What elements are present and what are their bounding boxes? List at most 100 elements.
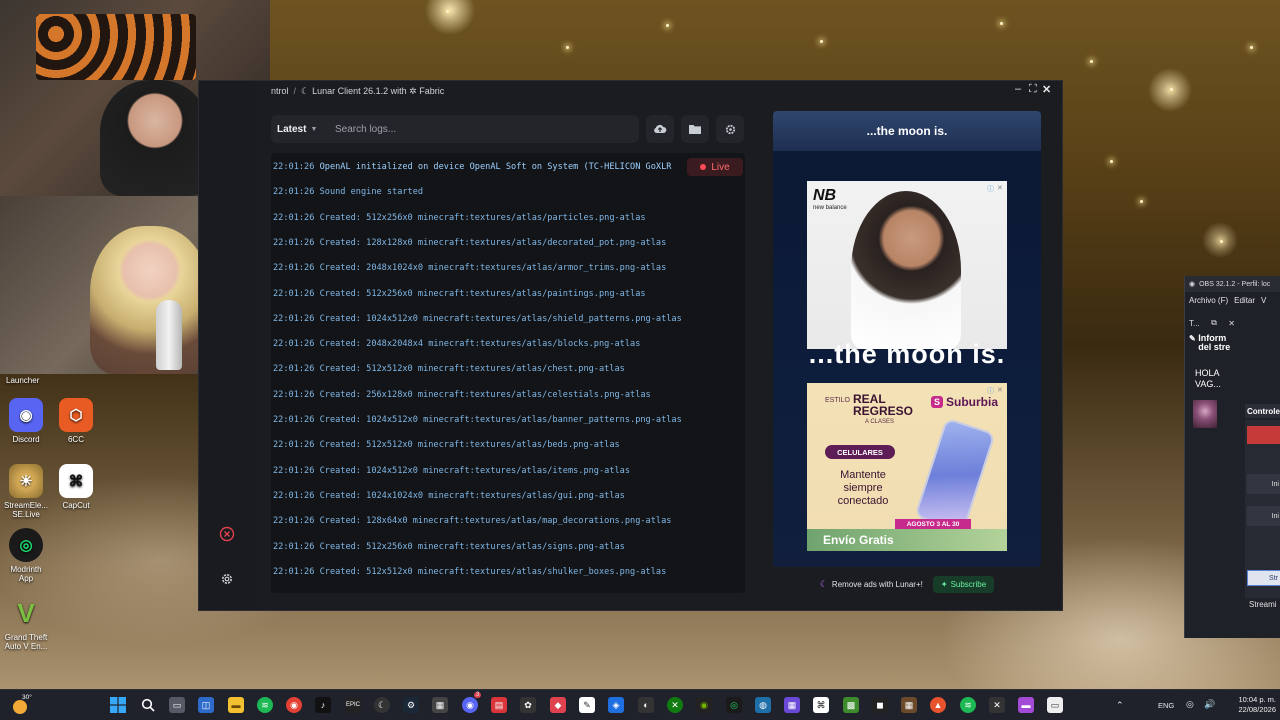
brave-icon[interactable]: ▲ — [930, 697, 946, 713]
red-diamond-app-icon[interactable]: ◆ — [550, 697, 566, 713]
settings-button[interactable] — [216, 568, 238, 590]
remove-ads-link[interactable]: ☾ Remove ads with Lunar+! — [820, 579, 923, 590]
modrinth-icon[interactable]: ◎ — [726, 697, 742, 713]
obs-stop-button[interactable] — [1247, 426, 1280, 444]
sun-icon — [13, 700, 27, 714]
log-timestamp: 22:01:26 — [273, 364, 315, 375]
weather-widget[interactable]: 30° — [10, 694, 32, 716]
minecraft-icon[interactable]: ▩ — [843, 697, 859, 713]
log-settings-button[interactable] — [716, 115, 744, 143]
app-icon[interactable]: ▬ — [1018, 697, 1034, 713]
app-icon[interactable]: ◐ — [638, 697, 654, 713]
ad-model-photo — [851, 191, 961, 349]
lunar-client-icon[interactable]: ☾ — [374, 697, 390, 713]
log-message: Created: 128x128x0 minecraft:textures/at… — [319, 237, 667, 248]
obs-menu-archivo[interactable]: Archivo (F) — [1189, 296, 1228, 305]
xbox-icon[interactable]: ✕ — [667, 697, 683, 713]
desktop-icon-label: 6CC — [67, 435, 84, 444]
log-line: 22:01:26 Created: 512x256x0 minecraft:te… — [273, 213, 646, 223]
tray-overflow-icon[interactable]: ⌃ — [1116, 700, 1124, 711]
log-output[interactable]: 22:01:26 OpenAL initialized on device Op… — [271, 153, 745, 593]
desktop-icon-6cc[interactable]: ⬡ 6CC — [50, 398, 102, 444]
log-line: 22:01:26 Created: 512x256x0 minecraft:te… — [273, 542, 625, 552]
app-icon[interactable]: ✿ — [520, 697, 536, 713]
calculator-icon[interactable]: ▦ — [432, 697, 448, 713]
network-icon[interactable]: ◎ — [1186, 699, 1194, 710]
ad-celulares-badge: CELULARES — [825, 445, 895, 459]
search-icon[interactable] — [140, 697, 156, 713]
close-circle-icon — [219, 526, 235, 542]
task-view-icon[interactable]: ▭ — [169, 697, 185, 713]
ad-a-clases-text: A CLASES — [865, 419, 895, 425]
desktop-icon-streamelements[interactable]: ☀ StreamEle... SE.Live — [0, 464, 52, 519]
purple-app-icon[interactable]: ▦ — [784, 697, 800, 713]
version-dropdown-value: Latest — [277, 123, 307, 135]
obs-window: ◉ OBS 32.1.2 - Perfil: loc Archivo (F) E… — [1184, 276, 1280, 638]
log-message: Created: 2048x2048x4 minecraft:textures/… — [319, 339, 641, 350]
desktop-icon-label: Modrinth App — [10, 565, 42, 583]
maximize-button[interactable]: ⛶ — [1029, 83, 1037, 96]
obs-start-button[interactable]: Ini — [1247, 474, 1280, 494]
obs-menu-editar[interactable]: Editar — [1234, 296, 1255, 305]
close-button[interactable]: ✕ — [1042, 83, 1051, 96]
obs-menu-ver[interactable]: V — [1261, 296, 1266, 305]
log-timestamp: 22:01:26 — [273, 288, 315, 299]
nvidia-icon[interactable]: ◉ — [696, 697, 712, 713]
file-explorer-icon[interactable]: ▬ — [228, 697, 244, 713]
obs-studio-mode-button[interactable]: Str — [1247, 570, 1280, 586]
ad-real-regreso-text: REAL REGRESO — [853, 392, 914, 418]
steam-icon[interactable]: ⚙ — [403, 697, 419, 713]
upload-logs-button[interactable] — [646, 115, 674, 143]
live-indicator[interactable]: Live — [687, 158, 743, 176]
app-icon[interactable]: ✕ — [989, 697, 1005, 713]
ad-close-icon[interactable]: ✕ — [997, 386, 1003, 394]
desktop-icon-discord[interactable]: ◉ Discord — [0, 398, 52, 444]
capcut-icon: ⌘ — [59, 464, 93, 498]
search-logs-input[interactable] — [327, 123, 639, 135]
red-app-icon[interactable]: ▤ — [491, 697, 507, 713]
app-icon[interactable]: ≋ — [960, 697, 976, 713]
spotify-icon[interactable]: ≋ — [257, 697, 273, 713]
obs-undock-icon[interactable]: ⧉ — [1211, 318, 1217, 328]
microphone — [156, 300, 182, 370]
desktop-icon-modrinth[interactable]: ◎ Modrinth App — [0, 528, 52, 583]
obs-stream-info-title: ✎ Inform del stre — [1189, 334, 1230, 352]
log-message: Created: 512x256x0 minecraft:textures/at… — [319, 212, 646, 223]
close-logs-button[interactable] — [216, 523, 238, 545]
chrome-icon[interactable]: ◉ — [286, 697, 302, 713]
epic-games-icon[interactable]: EPIC — [345, 697, 361, 713]
language-indicator[interactable]: ENG — [1158, 701, 1174, 710]
version-dropdown[interactable]: Latest ▼ — [271, 124, 327, 135]
capcut-icon[interactable]: ⌘ — [813, 697, 829, 713]
minimize-button[interactable]: – — [1015, 83, 1021, 95]
desktop-icon-capcut[interactable]: ⌘ CapCut — [50, 464, 102, 510]
app-icon[interactable]: ▦ — [901, 697, 917, 713]
ad-info-icon[interactable]: ⓘ — [987, 184, 994, 194]
discord-icon[interactable]: ◉ — [462, 697, 478, 713]
blue-app-icon[interactable]: ◈ — [608, 697, 624, 713]
ad-suburbia[interactable]: ESTILO REAL REGRESO A CLASES S Suburbia … — [807, 383, 1007, 551]
obs-close-icon[interactable]: ✕ — [1228, 319, 1235, 328]
subscribe-button[interactable]: ✦ Subscribe — [932, 575, 995, 593]
open-folder-button[interactable] — [681, 115, 709, 143]
ad-close-icon[interactable]: ✕ — [997, 184, 1003, 192]
app-icon[interactable]: ▭ — [1047, 697, 1063, 713]
ad-new-balance[interactable]: NB new balance ⓘ ✕ — [807, 181, 1007, 349]
app-icon[interactable]: ◼ — [872, 697, 888, 713]
breadcrumb-parent[interactable]: ntrol — [271, 86, 289, 96]
notes-icon[interactable]: ✎ — [579, 697, 595, 713]
desktop-icon-gta-v[interactable]: V Grand Theft Auto V En... — [0, 596, 52, 652]
taskbar-clock[interactable]: 10:04 p. m. 22/08/2026 — [1222, 695, 1276, 715]
windows-start-icon[interactable] — [110, 697, 126, 713]
obs-dock-header: T... ⧉ ✕ — [1189, 316, 1235, 330]
volume-icon[interactable]: 🔊 — [1204, 699, 1215, 710]
suburbia-mark-icon: S — [931, 396, 943, 408]
log-message: Created: 512x256x0 minecraft:textures/at… — [319, 541, 625, 552]
tiktok-icon[interactable]: ♪ — [315, 697, 331, 713]
log-message: Created: 1024x512x0 minecraft:textures/a… — [319, 415, 682, 425]
ad-info-icon[interactable]: ⓘ — [987, 386, 994, 396]
app-icon[interactable]: ◍ — [755, 697, 771, 713]
widgets-icon[interactable]: ◫ — [198, 697, 214, 713]
log-line: 22:01:26 Created: 128x64x0 minecraft:tex… — [273, 516, 671, 526]
obs-start-button[interactable]: Ini — [1247, 506, 1280, 526]
